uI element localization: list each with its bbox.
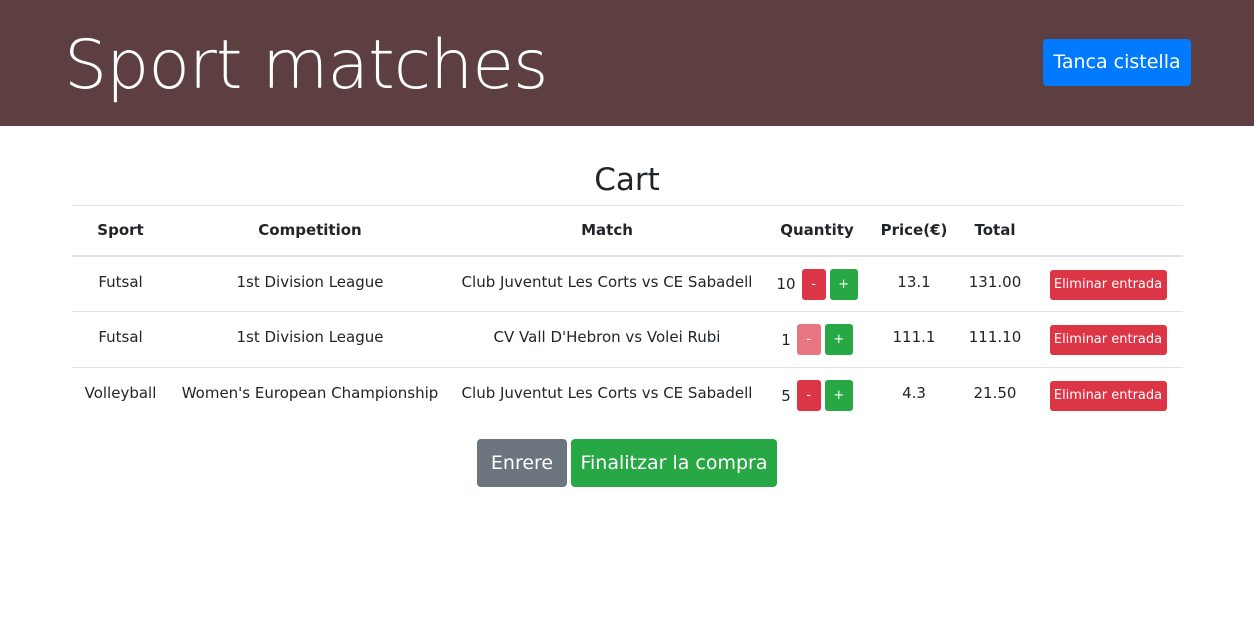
column-header-match: Match bbox=[451, 205, 763, 257]
match-cell: Club Juventut Les Corts vs CE Sabadell bbox=[461, 272, 753, 291]
increase-quantity-button[interactable]: + bbox=[829, 268, 858, 300]
quantity-stepper: 1 - + bbox=[781, 324, 853, 355]
header-bar: Sport matches Tanca cistella bbox=[0, 0, 1254, 126]
remove-entry-button[interactable]: Eliminar entrada bbox=[1049, 381, 1167, 411]
sport-cell: Futsal bbox=[98, 272, 143, 291]
quantity-cell: 10 - + bbox=[763, 256, 871, 312]
column-header-competition: Competition bbox=[169, 205, 451, 257]
close-cart-button[interactable]: Tanca cistella bbox=[1043, 39, 1191, 86]
total-cell: 21.50 bbox=[957, 367, 1033, 424]
column-header-quantity: Quantity bbox=[763, 205, 871, 257]
quantity-value: 5 bbox=[781, 386, 791, 405]
quantity-cell: 1 - + bbox=[763, 311, 871, 368]
table-header-row: Sport Competition Match Quantity Price(€… bbox=[72, 205, 1183, 257]
quantity-cell: 5 - + bbox=[763, 367, 871, 424]
table-row: Futsal 1st Division League CV Vall D'Heb… bbox=[72, 311, 1183, 368]
increase-quantity-button[interactable]: + bbox=[824, 380, 853, 411]
match-cell: Club Juventut Les Corts vs CE Sabadell bbox=[451, 367, 763, 424]
quantity-stepper: 10 - + bbox=[776, 268, 858, 300]
checkout-button[interactable]: Finalitzar la compra bbox=[571, 439, 777, 487]
cart-table: Sport Competition Match Quantity Price(€… bbox=[72, 205, 1183, 424]
competition-cell: 1st Division League bbox=[169, 311, 451, 368]
table-row: Volleyball Women's European Championship… bbox=[72, 367, 1183, 424]
decrease-quantity-button[interactable]: - bbox=[801, 268, 826, 300]
action-cell: Eliminar entrada bbox=[1033, 367, 1183, 424]
site-title: Sport matches bbox=[64, 26, 548, 105]
remove-entry-button[interactable]: Eliminar entrada bbox=[1049, 269, 1167, 300]
competition-cell: 1st Division League bbox=[236, 272, 384, 291]
action-cell: Eliminar entrada bbox=[1033, 256, 1183, 312]
quantity-value: 1 bbox=[781, 330, 791, 349]
sport-cell: Volleyball bbox=[72, 367, 169, 424]
quantity-value: 10 bbox=[776, 275, 796, 293]
match-cell: CV Vall D'Hebron vs Volei Rubi bbox=[451, 311, 763, 368]
table-row: Futsal 1st Division League Club Juventut… bbox=[72, 256, 1183, 312]
column-header-actions bbox=[1033, 205, 1183, 257]
quantity-stepper: 5 - + bbox=[781, 380, 853, 411]
total-cell: 111.10 bbox=[957, 311, 1033, 368]
cart-title: Cart bbox=[594, 162, 660, 198]
price-cell: 13.1 bbox=[897, 272, 931, 291]
back-button[interactable]: Enrere bbox=[477, 439, 567, 487]
price-cell: 4.3 bbox=[871, 367, 957, 424]
column-header-total: Total bbox=[957, 205, 1033, 257]
action-cell: Eliminar entrada bbox=[1033, 311, 1183, 368]
sport-cell: Futsal bbox=[72, 311, 169, 368]
price-cell: 111.1 bbox=[871, 311, 957, 368]
total-cell: 131.00 bbox=[968, 272, 1022, 291]
column-header-price: Price(€) bbox=[871, 205, 957, 257]
cart-actions: Enrere Finalitzar la compra bbox=[477, 439, 777, 487]
remove-entry-button[interactable]: Eliminar entrada bbox=[1049, 325, 1167, 355]
column-header-sport: Sport bbox=[72, 205, 169, 257]
competition-cell: Women's European Championship bbox=[169, 367, 451, 424]
increase-quantity-button[interactable]: + bbox=[824, 324, 853, 355]
decrease-quantity-button: - bbox=[796, 324, 821, 355]
decrease-quantity-button[interactable]: - bbox=[796, 380, 821, 411]
